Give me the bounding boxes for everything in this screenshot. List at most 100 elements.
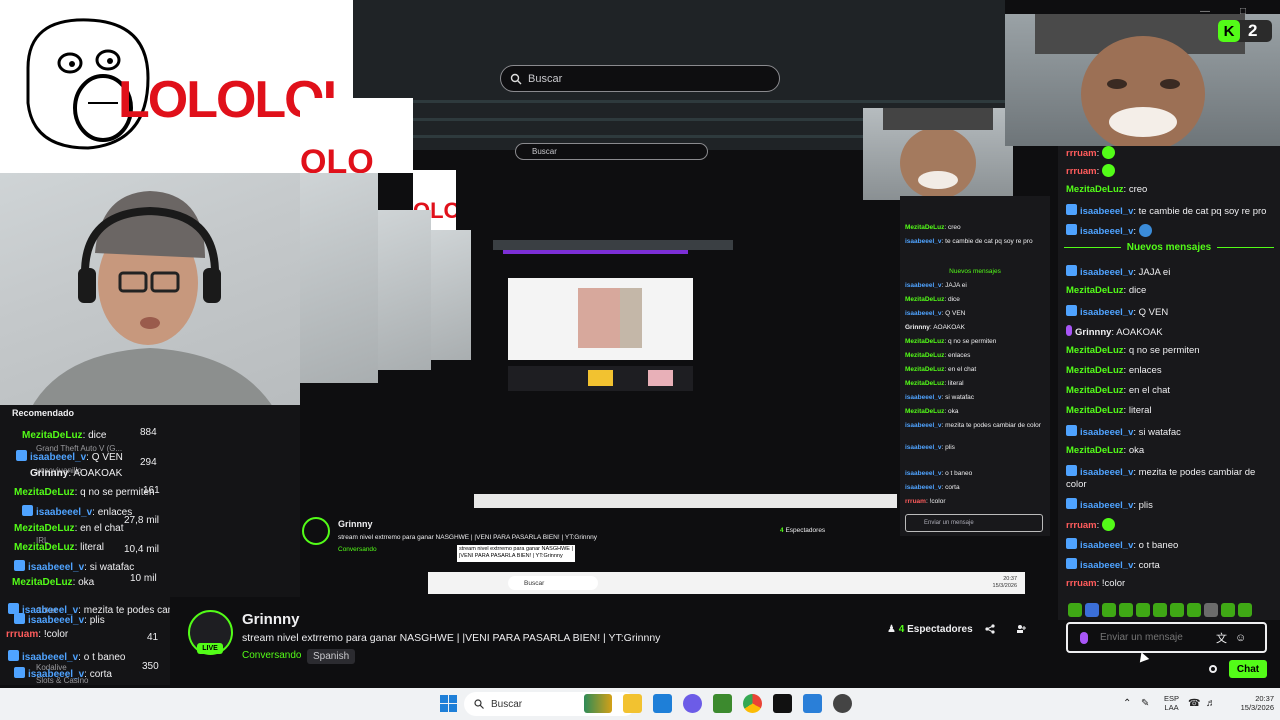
sub-badge-icon: [1066, 538, 1077, 549]
chat-username[interactable]: isaabeeel_v: [1080, 226, 1133, 237]
emoji-icon[interactable]: ☺: [1235, 632, 1246, 644]
viewer-count: 884: [140, 427, 157, 438]
chat-message-field[interactable]: [1098, 631, 1212, 644]
viewer-count-display: ♟ 4 Espectadores: [887, 624, 973, 635]
chat-username[interactable]: isaabeeel_v: [1080, 540, 1133, 551]
chat-text: plis: [945, 444, 955, 451]
clock-echo: 20:37 15/3/2026: [993, 576, 1017, 590]
obs-icon[interactable]: [833, 694, 852, 713]
chat-username: MezitaDeLuz: [905, 224, 945, 231]
chat-username[interactable]: rrruam: [1066, 148, 1097, 159]
sub-badge-icon: [1066, 224, 1077, 235]
chat-message-input[interactable]: 文 ☺: [1066, 622, 1267, 653]
sneaker-widget-icon[interactable]: [584, 694, 612, 713]
share-icon[interactable]: [985, 624, 995, 634]
emote-icon[interactable]: [1119, 603, 1133, 617]
add-user-icon[interactable]: [1016, 624, 1026, 634]
minecraft-icon[interactable]: [713, 694, 732, 713]
streamer-name[interactable]: Grinnny: [242, 611, 300, 628]
emote-icon[interactable]: [1187, 603, 1201, 617]
emote-icon[interactable]: [1170, 603, 1184, 617]
sub-badge-icon: [14, 667, 25, 678]
chat-text: literal: [80, 542, 105, 553]
chat-username: Grinnny: [905, 324, 930, 331]
chat-username: MezitaDeLuz: [14, 523, 75, 534]
chat-username[interactable]: isaabeeel_v: [1080, 427, 1133, 438]
emote-icon: [1138, 224, 1152, 237]
chat-username: MezitaDeLuz: [905, 338, 945, 345]
chat-text: AOAKOAK: [933, 324, 965, 331]
chat-username[interactable]: isaabeeel_v: [1080, 206, 1133, 217]
chat-username[interactable]: isaabeeel_v: [1080, 560, 1133, 571]
emote-icon: [1101, 518, 1115, 531]
emote-icon[interactable]: [1238, 603, 1252, 617]
chat-username: MezitaDeLuz: [905, 408, 945, 415]
translate-icon[interactable]: 文: [1216, 630, 1227, 646]
taskbar-search-label: Buscar: [491, 698, 523, 710]
emote-icon[interactable]: [1136, 603, 1150, 617]
sub-badge-icon: [14, 560, 25, 571]
store-icon[interactable]: [653, 694, 672, 713]
clock[interactable]: 20:37 15/3/2026: [1241, 694, 1274, 712]
chat-username[interactable]: isaabeeel_v: [1080, 467, 1133, 478]
webcam-echo: [300, 173, 378, 383]
chat-text: si watafac: [1138, 427, 1181, 438]
chevron-up-icon[interactable]: ⌃: [1123, 698, 1131, 709]
webcam-echo: [431, 230, 471, 360]
stream-category[interactable]: Conversando: [242, 650, 301, 661]
windows-start-icon[interactable]: [440, 695, 457, 712]
chat-echo: MezitaDeLuz: creo isaabeeel_v: te cambie…: [900, 196, 1050, 536]
chat-text: te cambie de cat pq soy re pro: [945, 238, 1033, 245]
search-input[interactable]: Buscar: [500, 65, 780, 92]
send-chat-button[interactable]: Chat: [1229, 660, 1267, 678]
sub-badge-icon: [8, 650, 19, 661]
emote-icon[interactable]: [1204, 603, 1218, 617]
chat-username[interactable]: MezitaDeLuz: [1066, 345, 1124, 356]
network-icon[interactable]: ☎: [1188, 698, 1200, 709]
chrome-icon[interactable]: [743, 694, 762, 713]
emote-icon[interactable]: [1153, 603, 1167, 617]
emote-icon[interactable]: [1068, 603, 1082, 617]
chat-username[interactable]: rrruam: [1066, 578, 1097, 589]
taskbar-search-echo: Buscar: [508, 576, 598, 590]
microphone-icon[interactable]: [1080, 631, 1088, 644]
chat-username[interactable]: MezitaDeLuz: [1066, 285, 1124, 296]
chat-text: si watafac: [89, 562, 135, 573]
language-tag[interactable]: Spanish: [307, 649, 356, 664]
chat-username[interactable]: MezitaDeLuz: [1066, 445, 1124, 456]
emote-icon[interactable]: [1102, 603, 1116, 617]
chat-username[interactable]: Grinnny: [1075, 327, 1111, 338]
chat-text: !color: [929, 498, 946, 505]
viewer-count: 350: [142, 661, 159, 672]
pen-icon[interactable]: ✎: [1141, 698, 1149, 709]
live-badge: LIVE: [197, 643, 223, 654]
language-indicator[interactable]: ESP LAA: [1164, 694, 1179, 712]
viewers-echo: 4 Espectadores: [780, 527, 825, 534]
search-icon: [510, 73, 522, 84]
chat-text: si watafac: [945, 394, 975, 401]
chat-username[interactable]: isaabeeel_v: [1080, 500, 1133, 511]
settings-gear-icon[interactable]: [1208, 664, 1218, 674]
photos-icon[interactable]: [803, 694, 822, 713]
chat-text: en el chat: [80, 523, 124, 534]
chat-username[interactable]: MezitaDeLuz: [1066, 365, 1124, 376]
file-explorer-icon[interactable]: [623, 694, 642, 713]
emote-icon[interactable]: [1221, 603, 1235, 617]
chat-username[interactable]: isaabeeel_v: [1080, 267, 1133, 278]
capcut-icon[interactable]: [773, 694, 792, 713]
chat-username[interactable]: rrruam: [1066, 166, 1097, 177]
chat-username[interactable]: isaabeeel_v: [1080, 307, 1133, 318]
chat-username: isaabeeel_v: [905, 484, 942, 491]
chat-username[interactable]: rrruam: [1066, 520, 1097, 531]
emote-icon[interactable]: [1085, 603, 1099, 617]
chat-panel: rrruam: rrruam: MezitaDeLuz: creo isaabe…: [1058, 146, 1280, 620]
viewers-label: Espectadores: [907, 624, 973, 635]
chat-username[interactable]: MezitaDeLuz: [1066, 385, 1124, 396]
discord-icon[interactable]: [683, 694, 702, 713]
chat-text: oka: [948, 408, 959, 415]
chat-username[interactable]: MezitaDeLuz: [1066, 405, 1124, 416]
chat-username[interactable]: MezitaDeLuz: [1066, 184, 1124, 195]
sub-badge-icon: [16, 450, 27, 461]
volume-icon[interactable]: ♬: [1206, 698, 1216, 709]
meme-echo: OLO: [300, 98, 413, 173]
